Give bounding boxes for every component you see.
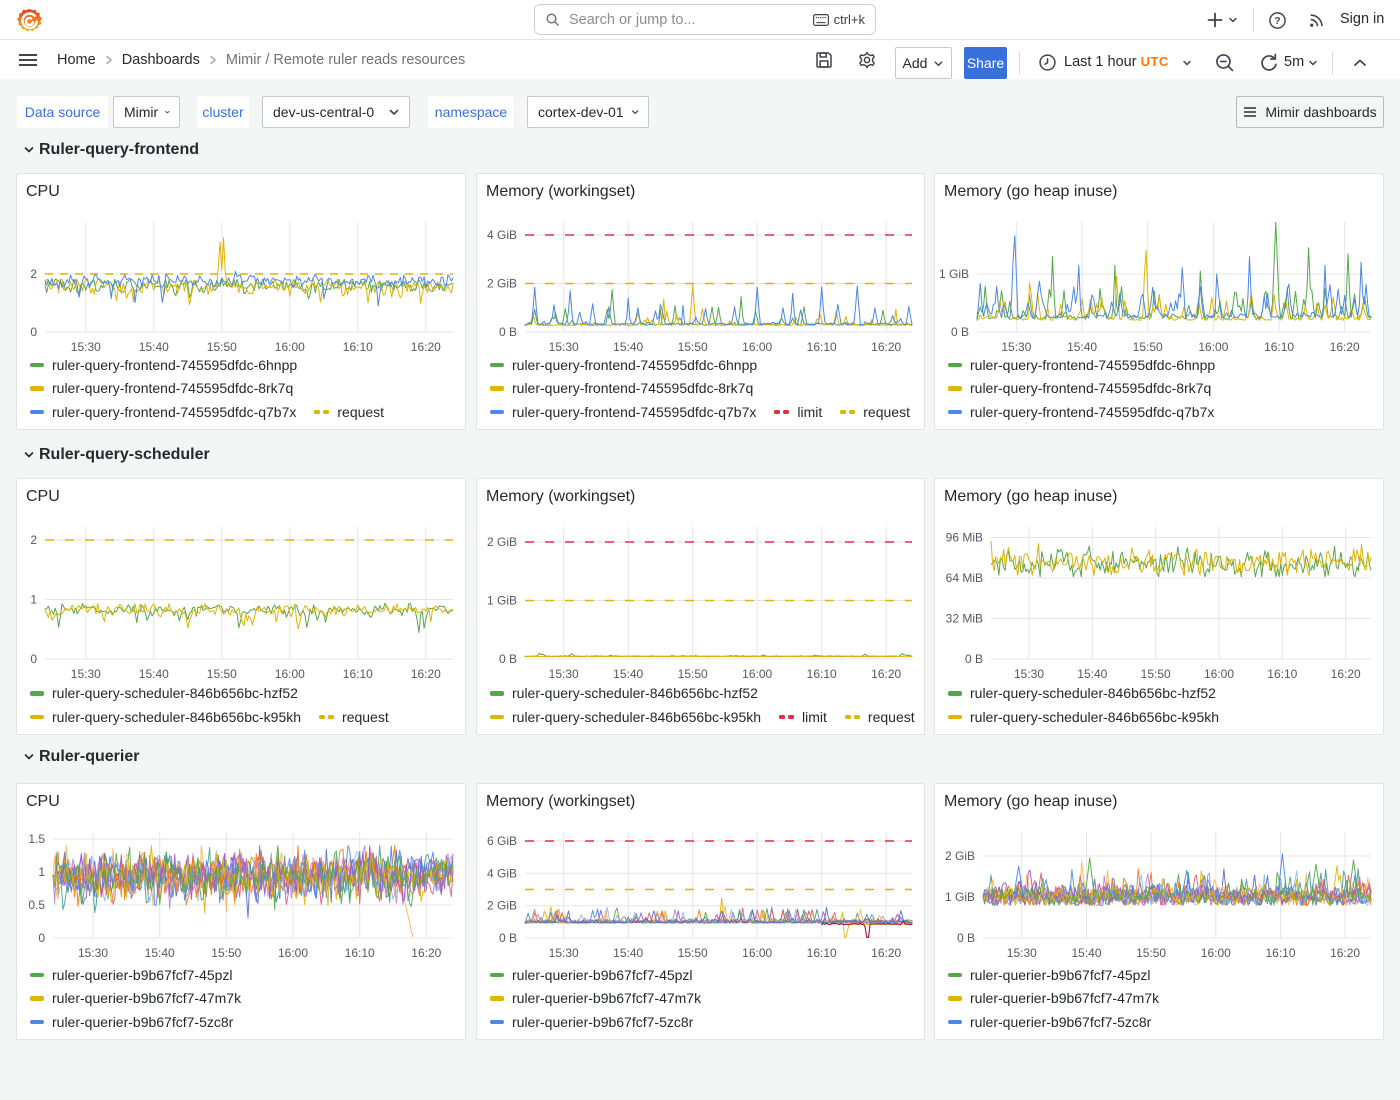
svg-text:16:20: 16:20: [411, 340, 441, 354]
svg-text:0 B: 0 B: [957, 931, 975, 945]
svg-text:15:40: 15:40: [1077, 667, 1107, 681]
svg-text:16:10: 16:10: [343, 667, 373, 681]
svg-text:15:40: 15:40: [139, 340, 169, 354]
svg-text:16:20: 16:20: [411, 667, 441, 681]
svg-text:2: 2: [30, 533, 37, 547]
svg-text:15:40: 15:40: [613, 667, 643, 681]
svg-text:15:30: 15:30: [549, 667, 579, 681]
svg-text:15:40: 15:40: [1067, 340, 1097, 354]
svg-text:16:00: 16:00: [1198, 340, 1228, 354]
svg-text:1.5: 1.5: [28, 832, 45, 846]
svg-text:15:30: 15:30: [1007, 946, 1037, 960]
svg-text:16:10: 16:10: [345, 946, 375, 960]
svg-text:16:20: 16:20: [871, 946, 901, 960]
svg-text:16:10: 16:10: [807, 667, 837, 681]
svg-text:15:50: 15:50: [207, 340, 237, 354]
svg-text:16:10: 16:10: [1267, 667, 1297, 681]
svg-text:15:50: 15:50: [678, 667, 708, 681]
svg-text:16:10: 16:10: [1265, 946, 1295, 960]
svg-text:0: 0: [30, 652, 37, 666]
svg-text:0: 0: [30, 325, 37, 339]
svg-text:15:40: 15:40: [613, 946, 643, 960]
svg-text:15:30: 15:30: [78, 946, 108, 960]
svg-text:96 MiB: 96 MiB: [946, 531, 983, 545]
svg-text:16:00: 16:00: [275, 667, 305, 681]
svg-text:16:00: 16:00: [742, 667, 772, 681]
svg-text:1: 1: [38, 865, 45, 879]
svg-text:15:50: 15:50: [1141, 667, 1171, 681]
svg-text:16:20: 16:20: [1330, 340, 1360, 354]
svg-text:16:10: 16:10: [807, 340, 837, 354]
svg-text:0 B: 0 B: [499, 931, 517, 945]
svg-text:?: ?: [1274, 16, 1280, 27]
svg-text:0 B: 0 B: [499, 325, 517, 339]
svg-text:2 GiB: 2 GiB: [487, 899, 517, 913]
svg-text:16:20: 16:20: [1330, 946, 1360, 960]
svg-text:0 B: 0 B: [499, 652, 517, 666]
svg-text:15:40: 15:40: [1071, 946, 1101, 960]
svg-text:15:30: 15:30: [549, 946, 579, 960]
svg-text:16:00: 16:00: [278, 946, 308, 960]
svg-text:0: 0: [38, 931, 45, 945]
svg-text:16:00: 16:00: [742, 340, 772, 354]
svg-text:6 GiB: 6 GiB: [487, 834, 517, 848]
svg-text:15:40: 15:40: [139, 667, 169, 681]
svg-text:16:20: 16:20: [1331, 667, 1361, 681]
svg-text:15:30: 15:30: [71, 340, 101, 354]
svg-text:16:00: 16:00: [275, 340, 305, 354]
svg-text:15:50: 15:50: [678, 340, 708, 354]
svg-text:15:50: 15:50: [211, 946, 241, 960]
svg-text:4 GiB: 4 GiB: [487, 228, 517, 242]
svg-text:15:50: 15:50: [678, 946, 708, 960]
svg-text:16:00: 16:00: [742, 946, 772, 960]
svg-text:0 B: 0 B: [951, 325, 969, 339]
svg-text:16:10: 16:10: [343, 340, 373, 354]
svg-text:2 GiB: 2 GiB: [945, 849, 975, 863]
svg-text:15:50: 15:50: [1136, 946, 1166, 960]
svg-text:16:00: 16:00: [1204, 667, 1234, 681]
svg-text:1 GiB: 1 GiB: [487, 594, 517, 608]
svg-text:2: 2: [30, 267, 37, 281]
svg-text:15:50: 15:50: [207, 667, 237, 681]
svg-text:0 B: 0 B: [965, 652, 983, 666]
svg-text:32 MiB: 32 MiB: [946, 612, 983, 626]
svg-text:1 GiB: 1 GiB: [945, 890, 975, 904]
svg-text:1 GiB: 1 GiB: [939, 267, 969, 281]
svg-text:64 MiB: 64 MiB: [946, 571, 983, 585]
svg-text:2 GiB: 2 GiB: [487, 535, 517, 549]
svg-text:15:40: 15:40: [613, 340, 643, 354]
svg-text:4 GiB: 4 GiB: [487, 866, 517, 880]
svg-text:15:30: 15:30: [549, 340, 579, 354]
svg-text:15:30: 15:30: [71, 667, 101, 681]
svg-text:16:10: 16:10: [807, 946, 837, 960]
svg-text:16:00: 16:00: [1201, 946, 1231, 960]
svg-text:0.5: 0.5: [28, 898, 45, 912]
svg-text:15:40: 15:40: [145, 946, 175, 960]
svg-text:2 GiB: 2 GiB: [487, 277, 517, 291]
svg-text:16:20: 16:20: [871, 340, 901, 354]
svg-text:16:10: 16:10: [1264, 340, 1294, 354]
svg-text:16:20: 16:20: [871, 667, 901, 681]
svg-text:1: 1: [30, 593, 37, 607]
svg-text:15:30: 15:30: [1014, 667, 1044, 681]
svg-text:16:20: 16:20: [411, 946, 441, 960]
svg-text:15:50: 15:50: [1133, 340, 1163, 354]
svg-text:15:30: 15:30: [1001, 340, 1031, 354]
